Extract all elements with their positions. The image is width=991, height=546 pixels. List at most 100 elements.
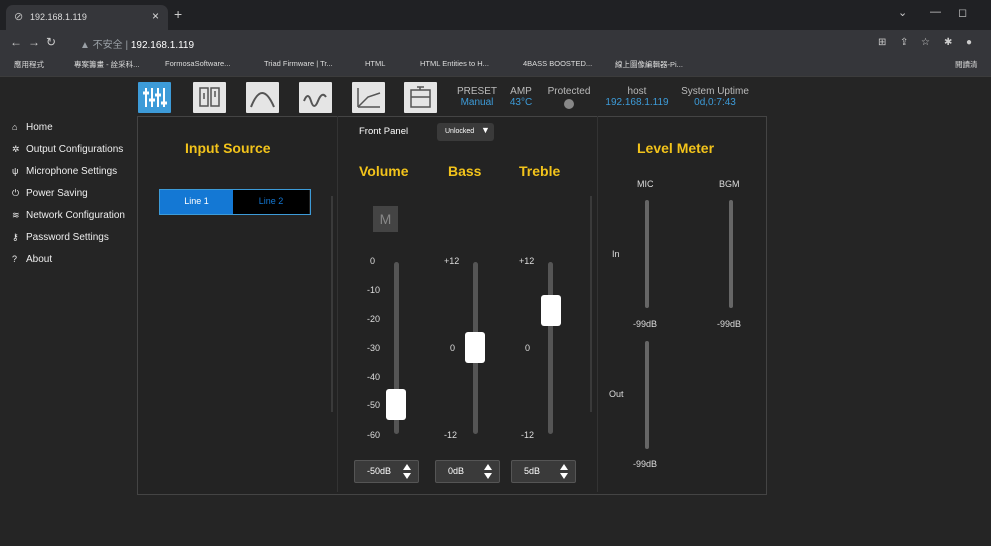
extensions-icon[interactable]: ✱ <box>944 37 952 48</box>
protected-indicator-icon <box>564 99 574 109</box>
bgm-label: BGM <box>719 179 740 189</box>
volume-stepper[interactable]: -50dB <box>354 460 419 483</box>
browser-tab[interactable]: ⊘ 192.168.1.119 × <box>6 5 168 30</box>
input-line2-button[interactable]: Line 2 <box>233 190 309 214</box>
compressor-curve-icon <box>357 88 381 108</box>
share-icon[interactable]: ⇪ <box>900 37 908 48</box>
home-icon: ⌂ <box>12 122 18 132</box>
bookmark-apps[interactable]: 應用程式 <box>14 59 44 70</box>
front-panel-label: Front Panel <box>359 126 409 137</box>
amp-label: AMP <box>510 86 532 97</box>
divider <box>597 116 598 492</box>
mic-label: MIC <box>637 179 654 189</box>
bass-stepper[interactable]: 0dB <box>435 460 500 483</box>
up-down-arrows-icon <box>403 464 411 479</box>
input-line1-button[interactable]: Line 1 <box>160 190 233 214</box>
volume-tick: -50 <box>367 400 381 410</box>
chevron-down-icon[interactable]: ⌄ <box>898 6 907 19</box>
sidebar-item-home[interactable]: ⌂ Home <box>12 122 53 133</box>
volume-title: Volume <box>359 163 409 179</box>
bookmarks-bar <box>0 56 991 77</box>
routing-tab[interactable] <box>193 82 226 113</box>
gear-icon: ✲ <box>12 144 20 154</box>
uptime-value: 0d,0:7:43 <box>694 97 736 108</box>
url-input[interactable]: ▲ 不安全 | 192.168.1.119 <box>80 36 194 51</box>
uptime-label: System Uptime <box>681 86 749 97</box>
reading-list-button[interactable]: 閱讀清 <box>955 59 978 70</box>
volume-value: -50dB <box>367 466 392 476</box>
power-icon: ⏻ <box>12 188 20 198</box>
treble-value: 5dB <box>524 466 541 476</box>
mic-in-meter <box>645 200 649 308</box>
reload-icon[interactable]: ↻ <box>46 35 56 49</box>
out-meter <box>645 341 649 449</box>
sidebar-item-output-configurations[interactable]: ✲ Output Configurations <box>12 144 123 155</box>
bookmark-4[interactable]: HTML <box>365 59 385 68</box>
divider <box>331 196 333 412</box>
profile-icon[interactable]: ● <box>966 37 972 48</box>
sidebar-item-label: Power Saving <box>26 188 88 199</box>
forward-icon[interactable]: → <box>28 35 40 49</box>
volume-tick: -20 <box>367 314 381 324</box>
bass-slider-handle[interactable] <box>465 332 485 363</box>
divider <box>590 196 592 412</box>
protected-info: Protected <box>543 86 595 109</box>
bookmark-2[interactable]: FormosaSoftware... <box>165 59 230 68</box>
minimize-icon[interactable]: — <box>930 6 941 18</box>
back-icon[interactable]: ← <box>10 35 22 49</box>
volume-tick: -40 <box>367 372 381 382</box>
tab-title: 192.168.1.119 <box>30 12 87 22</box>
sidebar-item-network-configuration[interactable]: ≋ Network Configuration <box>12 210 125 221</box>
routing-icon <box>199 87 220 107</box>
limiter-tab[interactable] <box>352 82 385 113</box>
bookmark-5[interactable]: HTML Entities to H... <box>420 59 489 68</box>
new-tab-button[interactable]: + <box>174 6 182 22</box>
out-label: Out <box>609 389 624 399</box>
sidebar: ⌂ Home ✲ Output Configurations ψ Microphone… <box>0 116 137 276</box>
microphone-icon: ψ <box>12 166 19 176</box>
bookmark-7[interactable]: 線上圖像編輯器-Pi... <box>615 59 683 70</box>
bookmark-6[interactable]: 4BASS BOOSTED... <box>523 59 592 68</box>
volume-slider-handle[interactable] <box>386 389 406 420</box>
bgm-in-meter <box>729 200 733 308</box>
up-down-arrows-icon <box>560 464 568 479</box>
mute-button[interactable]: M <box>373 206 398 232</box>
star-icon[interactable]: ☆ <box>921 37 930 48</box>
bookmark-3[interactable]: Triad Firmware | Tr... <box>264 59 333 68</box>
preset-info: PRESET Manual <box>454 86 500 108</box>
sidebar-item-label: Microphone Settings <box>26 166 118 177</box>
amp-temperature: 43°C <box>509 97 533 108</box>
sidebar-item-power-saving[interactable]: ⏻ Power Saving <box>12 188 88 199</box>
treble-tick-mid: 0 <box>525 343 531 353</box>
treble-stepper[interactable]: 5dB <box>511 460 576 483</box>
sidebar-item-about[interactable]: ? About <box>12 254 52 265</box>
translate-icon[interactable]: ⊞ <box>878 37 886 48</box>
maximize-icon[interactable]: ◻ <box>958 6 967 19</box>
crossover-tab[interactable] <box>246 82 279 113</box>
sidebar-item-label: Output Configurations <box>26 144 124 155</box>
out-level: -99dB <box>633 459 658 469</box>
bass-tick-bottom: -12 <box>444 430 458 440</box>
bass-tick-mid: 0 <box>450 343 456 353</box>
bookmark-1[interactable]: 專案籌畫 - 詮采科... <box>74 59 139 70</box>
treble-slider-track[interactable] <box>548 262 553 434</box>
waveform-icon <box>303 93 327 107</box>
device-tab[interactable] <box>404 82 437 113</box>
input-source-title: Input Source <box>185 140 271 156</box>
sidebar-item-password-settings[interactable]: ⚷ Password Settings <box>12 232 109 243</box>
device-icon <box>410 86 431 108</box>
treble-slider-handle[interactable] <box>541 295 561 326</box>
lock-state-value: Unlocked <box>445 128 475 135</box>
sidebar-item-microphone-settings[interactable]: ψ Microphone Settings <box>12 166 117 177</box>
peq-tab[interactable] <box>299 82 332 113</box>
eq-sliders-tab[interactable] <box>138 82 171 113</box>
front-panel-lock-select[interactable]: Unlocked ▼ <box>437 123 494 141</box>
volume-tick: -60 <box>367 430 381 440</box>
preset-label: PRESET <box>456 86 497 97</box>
preset-value: Manual <box>460 97 494 108</box>
uptime-info: System Uptime 0d,0:7:43 <box>676 86 754 108</box>
up-down-arrows-icon <box>484 464 492 479</box>
tab-close-button[interactable]: × <box>152 9 159 23</box>
in-label: In <box>612 249 620 259</box>
volume-tick: 0 <box>370 256 376 266</box>
